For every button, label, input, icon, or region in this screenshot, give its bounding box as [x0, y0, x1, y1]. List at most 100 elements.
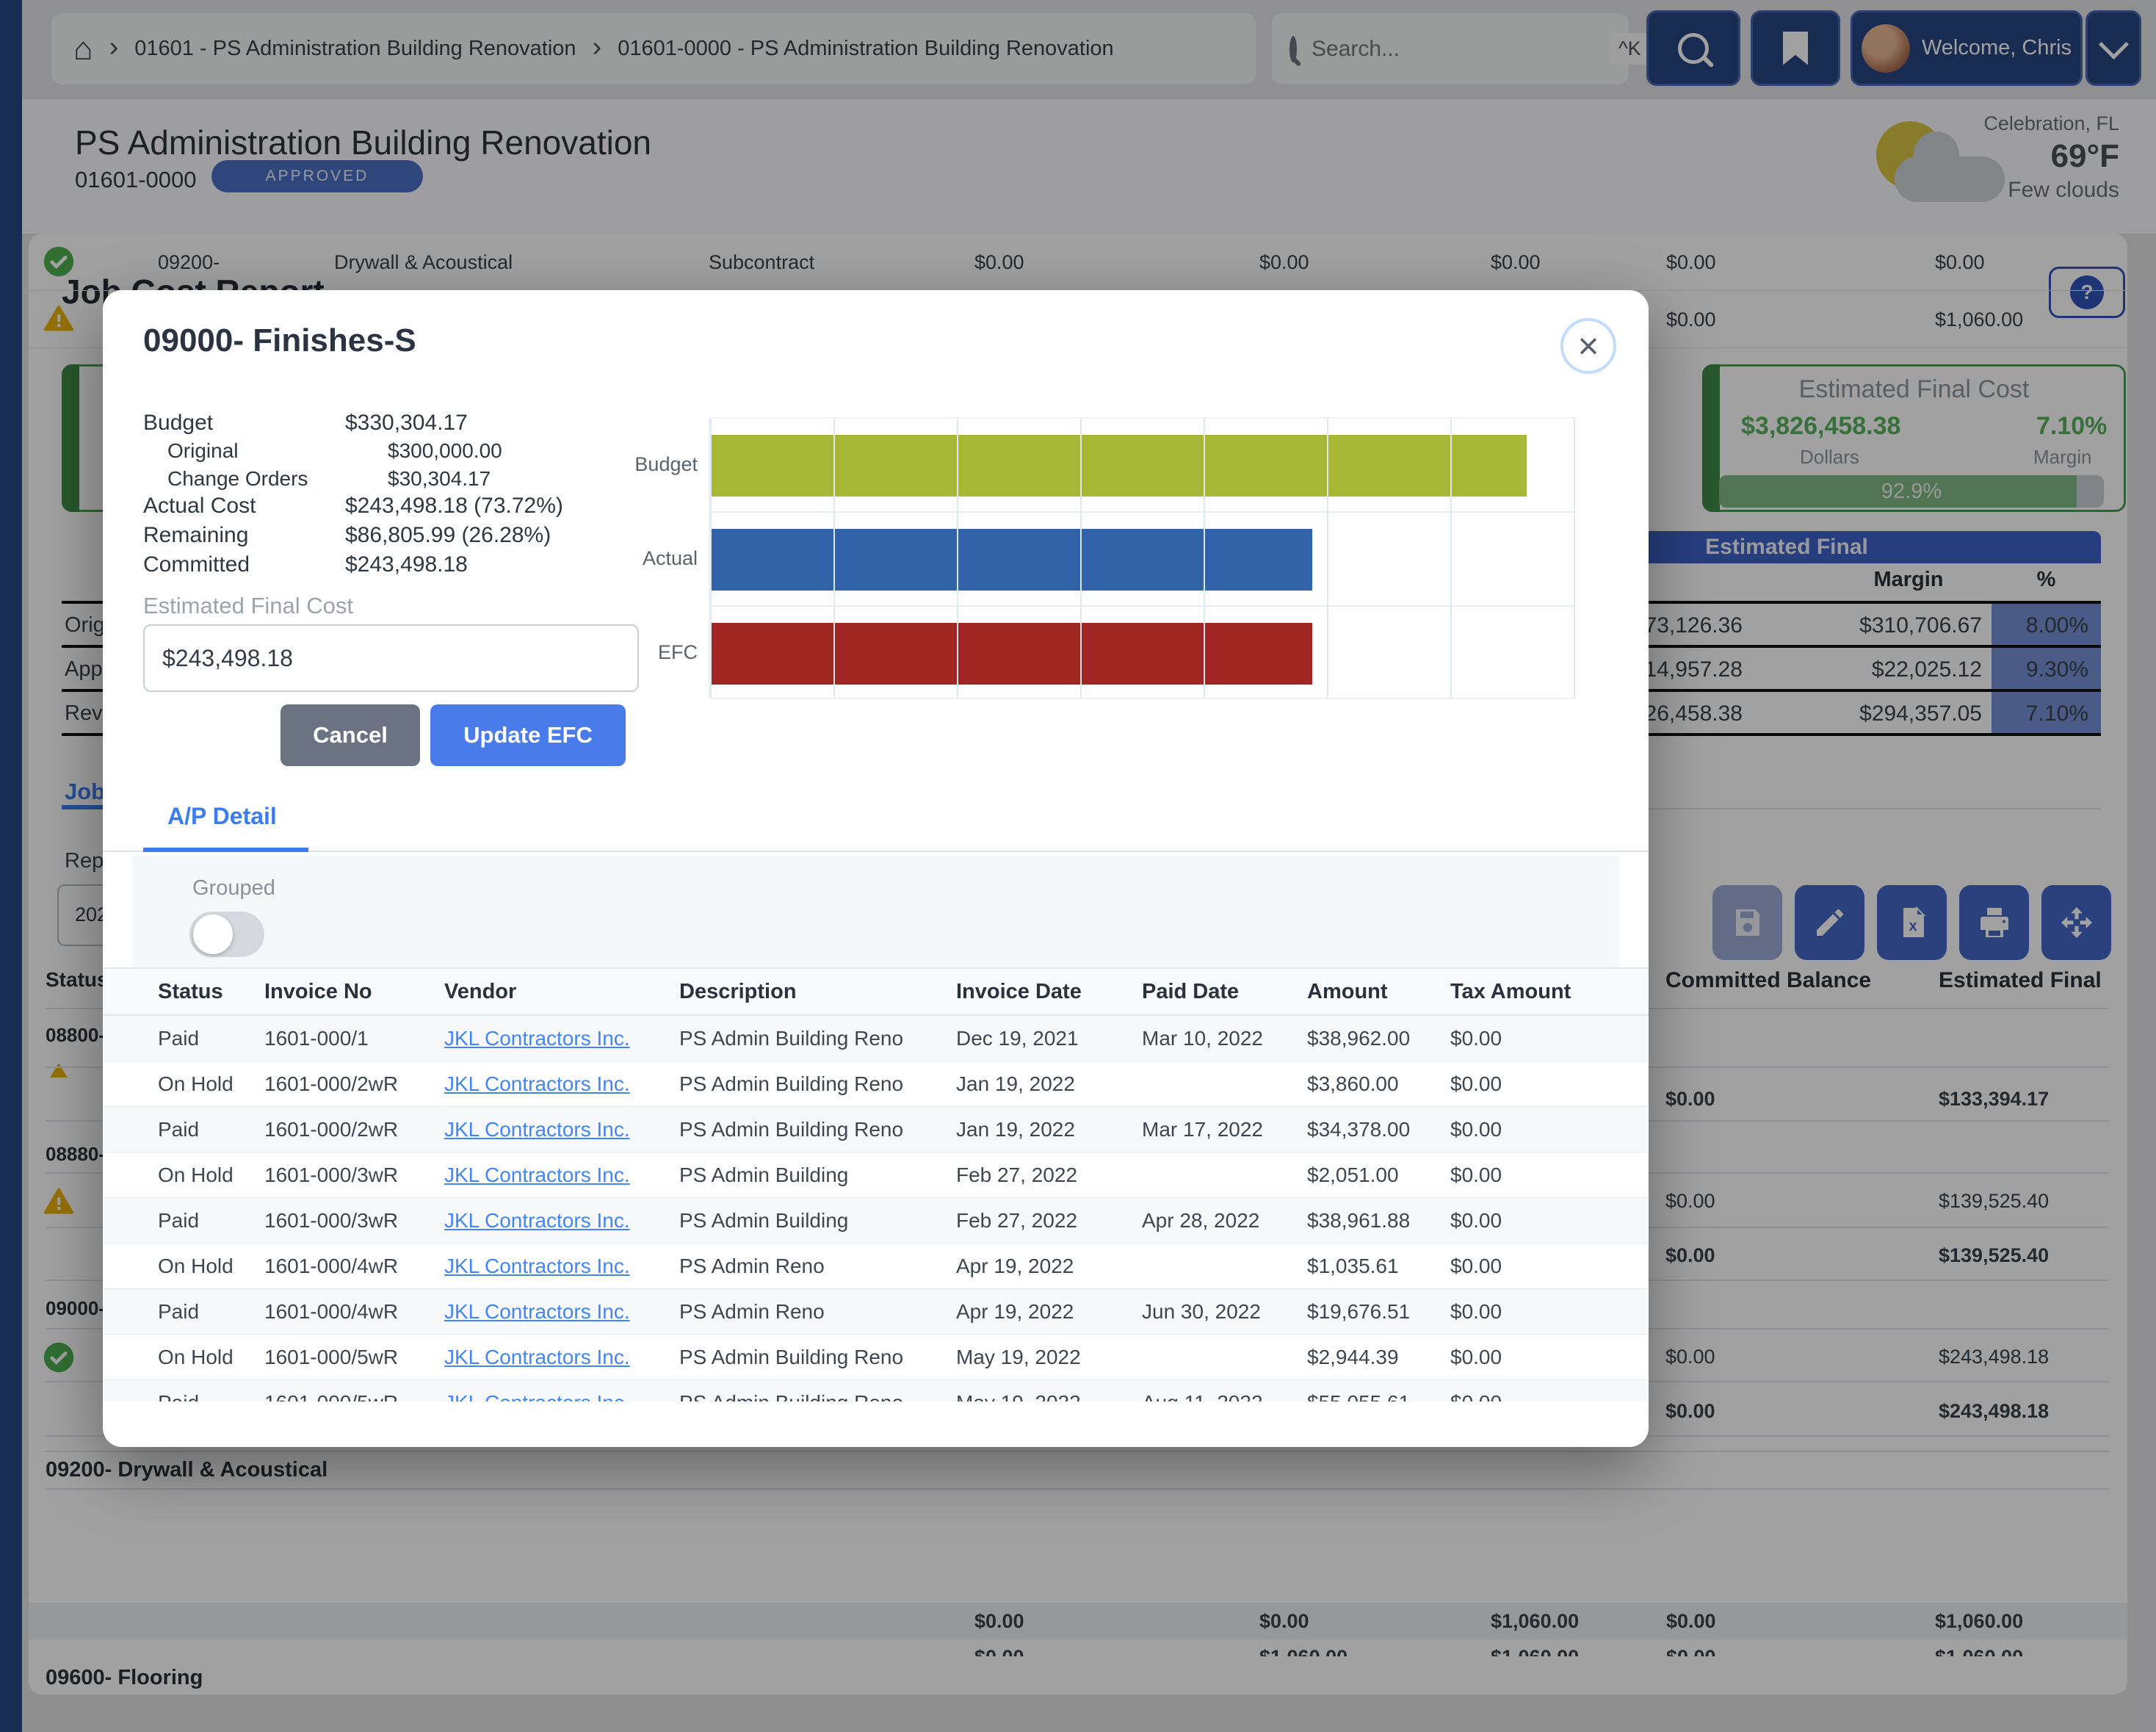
ap-table-row[interactable]: On Hold 1601-000/2wR JKL Contractors Inc… — [103, 1061, 1649, 1107]
invoice-status: On Hold — [158, 1346, 264, 1369]
invoice-date: Dec 19, 2021 — [956, 1027, 1142, 1050]
info-row-change-orders: Change Orders $30,304.17 — [167, 465, 491, 493]
chart-category-label: EFC — [609, 641, 698, 664]
paid-date: Mar 17, 2022 — [1142, 1118, 1307, 1141]
cost-code-detail-modal: 09000- Finishes-S × Budget $330,304.17 O… — [103, 290, 1649, 1447]
invoice-description: PS Admin Building Reno — [679, 1118, 956, 1141]
ap-table-body: Paid 1601-000/1 JKL Contractors Inc. PS … — [103, 1016, 1649, 1401]
change-orders-value: $30,304.17 — [388, 467, 491, 491]
vendor-cell: JKL Contractors Inc. — [444, 1209, 679, 1233]
info-row-remaining: Remaining $86,805.99 (26.28%) — [143, 522, 551, 549]
committed-label: Committed — [143, 552, 345, 577]
col-amount[interactable]: Amount — [1307, 980, 1450, 1004]
original-value: $300,000.00 — [388, 439, 502, 463]
chart-band — [710, 513, 1574, 607]
vendor-link[interactable]: JKL Contractors Inc. — [444, 1027, 630, 1050]
vendor-link[interactable]: JKL Contractors Inc. — [444, 1118, 630, 1141]
invoice-tax-amount: $0.00 — [1450, 1346, 1608, 1369]
efc-input[interactable] — [143, 624, 639, 692]
ap-table-row[interactable]: Paid 1601-000/1 JKL Contractors Inc. PS … — [103, 1016, 1649, 1061]
close-button[interactable]: × — [1560, 318, 1616, 374]
invoice-tax-amount: $0.00 — [1450, 1300, 1608, 1324]
invoice-description: PS Admin Reno — [679, 1300, 956, 1324]
invoice-status: Paid — [158, 1027, 264, 1050]
vendor-link[interactable]: JKL Contractors Inc. — [444, 1255, 630, 1277]
chart-plot — [709, 417, 1575, 699]
invoice-status: On Hold — [158, 1163, 264, 1187]
actual-cost-label: Actual Cost — [143, 494, 345, 519]
actual-cost-value: $243,498.18 (73.72%) — [345, 494, 563, 519]
invoice-status: Paid — [158, 1300, 264, 1324]
invoice-amount: $38,962.00 — [1307, 1027, 1450, 1050]
close-icon: × — [1577, 325, 1599, 367]
info-row-committed: Committed $243,498.18 — [143, 551, 468, 579]
chart-bar — [712, 529, 1312, 591]
invoice-tax-amount: $0.00 — [1450, 1027, 1608, 1050]
ap-table-row[interactable]: Paid 1601-000/4wR JKL Contractors Inc. P… — [103, 1289, 1649, 1335]
remaining-label: Remaining — [143, 523, 345, 548]
vendor-link[interactable]: JKL Contractors Inc. — [444, 1072, 630, 1095]
invoice-date: Jan 19, 2022 — [956, 1072, 1142, 1096]
invoice-tax-amount: $0.00 — [1450, 1209, 1608, 1233]
ap-table-row[interactable]: Paid 1601-000/3wR JKL Contractors Inc. P… — [103, 1198, 1649, 1244]
invoice-amount: $2,944.39 — [1307, 1346, 1450, 1369]
vendor-link[interactable]: JKL Contractors Inc. — [444, 1163, 630, 1186]
paid-date: Aug 11, 2022 — [1142, 1391, 1307, 1402]
tab-ap-detail[interactable]: A/P Detail — [167, 803, 277, 830]
invoice-description: PS Admin Building — [679, 1209, 956, 1233]
chart-category-label: Actual — [609, 547, 698, 570]
vendor-link[interactable]: JKL Contractors Inc. — [444, 1209, 630, 1232]
ap-table-header: Status Invoice No Vendor Description Inv… — [103, 967, 1649, 1016]
invoice-tax-amount: $0.00 — [1450, 1391, 1608, 1402]
vendor-link[interactable]: JKL Contractors Inc. — [444, 1300, 630, 1323]
invoice-amount: $55,055.61 — [1307, 1391, 1450, 1402]
ap-table-row[interactable]: On Hold 1601-000/4wR JKL Contractors Inc… — [103, 1244, 1649, 1289]
invoice-no: 1601-000/4wR — [264, 1300, 444, 1324]
invoice-tax-amount: $0.00 — [1450, 1255, 1608, 1278]
invoice-status: Paid — [158, 1118, 264, 1141]
ap-table-row[interactable]: Paid 1601-000/2wR JKL Contractors Inc. P… — [103, 1107, 1649, 1152]
col-vendor[interactable]: Vendor — [444, 980, 679, 1004]
vendor-cell: JKL Contractors Inc. — [444, 1391, 679, 1402]
invoice-no: 1601-000/5wR — [264, 1391, 444, 1402]
invoice-date: Apr 19, 2022 — [956, 1300, 1142, 1324]
modal-title: 09000- Finishes-S — [143, 322, 416, 359]
invoice-tax-amount: $0.00 — [1450, 1163, 1608, 1187]
col-description[interactable]: Description — [679, 980, 956, 1004]
grouped-toggle[interactable] — [189, 912, 264, 957]
chart-category-label: Budget — [609, 453, 698, 476]
invoice-no: 1601-000/4wR — [264, 1255, 444, 1278]
ap-table-row[interactable]: On Hold 1601-000/5wR JKL Contractors Inc… — [103, 1335, 1649, 1380]
info-row-actual: Actual Cost $243,498.18 (73.72%) — [143, 492, 563, 520]
committed-value: $243,498.18 — [345, 552, 468, 577]
vendor-link[interactable]: JKL Contractors Inc. — [444, 1391, 630, 1402]
app-screen: ⌂ › 01601 - PS Administration Building R… — [0, 0, 2156, 1732]
invoice-description: PS Admin Building — [679, 1163, 956, 1187]
vendor-cell: JKL Contractors Inc. — [444, 1163, 679, 1187]
invoice-no: 1601-000/2wR — [264, 1072, 444, 1096]
col-status[interactable]: Status — [158, 980, 264, 1004]
invoice-amount: $3,860.00 — [1307, 1072, 1450, 1096]
ap-table-row[interactable]: On Hold 1601-000/3wR JKL Contractors Inc… — [103, 1152, 1649, 1198]
invoice-description: PS Admin Building Reno — [679, 1072, 956, 1096]
paid-date: Apr 28, 2022 — [1142, 1209, 1307, 1233]
invoice-date: Feb 27, 2022 — [956, 1163, 1142, 1187]
vendor-link[interactable]: JKL Contractors Inc. — [444, 1346, 630, 1368]
change-orders-label: Change Orders — [167, 467, 388, 491]
invoice-description: PS Admin Reno — [679, 1255, 956, 1278]
col-paid-date[interactable]: Paid Date — [1142, 980, 1307, 1004]
col-invoice-date[interactable]: Invoice Date — [956, 980, 1142, 1004]
col-tax-amount[interactable]: Tax Amount — [1450, 980, 1608, 1004]
vendor-cell: JKL Contractors Inc. — [444, 1027, 679, 1050]
invoice-amount: $19,676.51 — [1307, 1300, 1450, 1324]
cancel-button[interactable]: Cancel — [281, 704, 420, 766]
update-efc-button[interactable]: Update EFC — [430, 704, 626, 766]
invoice-description: PS Admin Building Reno — [679, 1027, 956, 1050]
col-invoice-no[interactable]: Invoice No — [264, 980, 444, 1004]
ap-table-row[interactable]: Paid 1601-000/5wR JKL Contractors Inc. P… — [103, 1380, 1649, 1401]
invoice-date: Feb 27, 2022 — [956, 1209, 1142, 1233]
grouped-label: Grouped — [192, 876, 275, 901]
toggle-knob — [193, 914, 233, 954]
invoice-status: Paid — [158, 1209, 264, 1233]
invoice-amount: $38,961.88 — [1307, 1209, 1450, 1233]
